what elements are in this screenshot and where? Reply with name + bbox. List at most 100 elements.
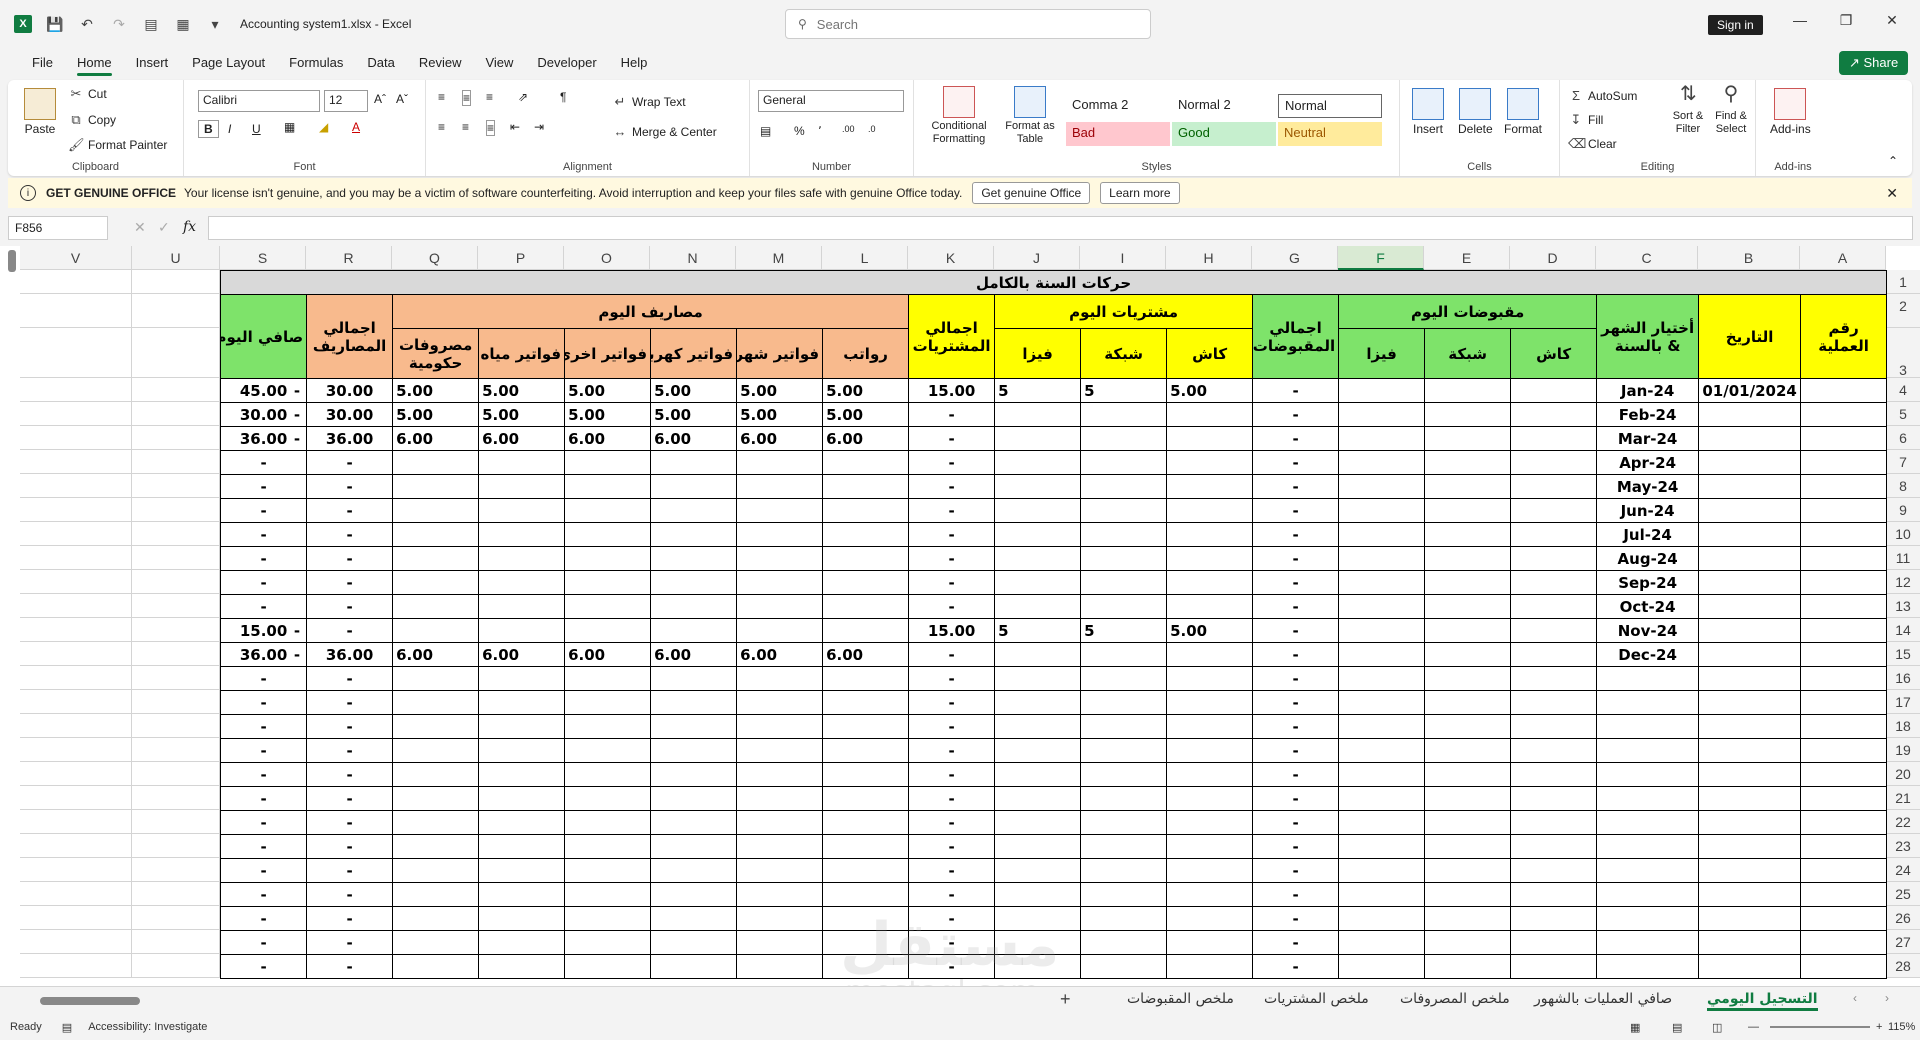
cell-rec-cash[interactable]	[1510, 690, 1598, 715]
macro-record-icon[interactable]: ▤	[62, 1021, 72, 1034]
cell-pur-cash[interactable]	[1166, 642, 1254, 667]
cell-total-expenses[interactable]: -	[306, 522, 394, 547]
insert-cells-button[interactable]: Insert	[1412, 88, 1444, 136]
cell-rec-network[interactable]	[1424, 618, 1512, 643]
copy-button[interactable]: ⧉ Copy	[68, 112, 116, 128]
cell-total-receipts[interactable]: -	[1252, 786, 1340, 811]
cell-expense[interactable]	[392, 498, 480, 523]
cell-expense[interactable]	[392, 714, 480, 739]
header-op-no[interactable]: رقم العملية	[1800, 294, 1888, 379]
column-header[interactable]: P	[478, 246, 564, 270]
empty-cell[interactable]	[20, 270, 132, 294]
empty-cell[interactable]	[132, 858, 220, 882]
prev-sheet-icon[interactable]: ‹	[1853, 991, 1857, 1005]
cell-rec-visa[interactable]	[1338, 810, 1426, 835]
tab-view[interactable]: View	[473, 48, 525, 78]
sheet-tab-receipts-summary[interactable]: ملخص المقبوضات	[1127, 991, 1234, 1007]
empty-cell[interactable]	[132, 738, 220, 762]
cell-expense[interactable]	[392, 690, 480, 715]
cell-expense[interactable]	[736, 762, 824, 787]
cell-pur-visa[interactable]	[994, 474, 1082, 499]
addins-button[interactable]: Add-ins	[1770, 88, 1811, 136]
cell-expense[interactable]	[478, 858, 566, 883]
orientation-icon[interactable]: ⇗	[518, 90, 528, 104]
cell-total-expenses[interactable]: -	[306, 618, 394, 643]
font-size-select[interactable]: 12	[324, 90, 368, 112]
rtl-icon[interactable]: ¶	[560, 90, 566, 104]
cell-op-no[interactable]	[1800, 450, 1888, 475]
cell-pur-visa[interactable]	[994, 666, 1082, 691]
cell-pur-network[interactable]	[1080, 906, 1168, 931]
cell-total-receipts[interactable]: -	[1252, 522, 1340, 547]
empty-cell[interactable]	[132, 930, 220, 954]
cell-expense[interactable]	[564, 738, 652, 763]
cancel-icon[interactable]: ✕	[134, 219, 146, 236]
cell-pur-cash[interactable]	[1166, 498, 1254, 523]
cell-pur-cash[interactable]: 5.00	[1166, 618, 1254, 643]
empty-cell[interactable]	[132, 882, 220, 906]
tab-insert[interactable]: Insert	[124, 48, 181, 78]
cell-total-expenses[interactable]: -	[306, 738, 394, 763]
empty-cell[interactable]	[132, 594, 220, 618]
empty-cell[interactable]	[132, 546, 220, 570]
cell-pur-visa[interactable]	[994, 834, 1082, 859]
cell-pur-cash[interactable]: 5.00	[1166, 378, 1254, 403]
column-header[interactable]: O	[564, 246, 650, 270]
cell-rec-cash[interactable]	[1510, 642, 1598, 667]
cell-expense[interactable]: 6.00	[392, 642, 480, 667]
cell-rec-visa[interactable]	[1338, 666, 1426, 691]
restore-icon[interactable]: ❐	[1826, 12, 1866, 29]
cell-pur-cash[interactable]	[1166, 714, 1254, 739]
cell-pur-network[interactable]	[1080, 786, 1168, 811]
style-neutral[interactable]: Neutral	[1278, 122, 1382, 146]
header-rec-visa[interactable]: فيزا	[1338, 328, 1426, 379]
print-preview-icon[interactable]: ▤	[142, 15, 160, 33]
cell-rec-network[interactable]	[1424, 930, 1512, 955]
cell-expense[interactable]	[736, 858, 824, 883]
empty-cell[interactable]	[20, 954, 132, 978]
cell-total-expenses[interactable]: -	[306, 810, 394, 835]
enter-icon[interactable]: ✓	[158, 219, 170, 236]
sheet-tab-expenses-summary[interactable]: ملخص المصروفات	[1400, 991, 1510, 1007]
cell-rec-network[interactable]	[1424, 426, 1512, 451]
cell-date[interactable]	[1698, 954, 1802, 979]
cell-rec-visa[interactable]	[1338, 834, 1426, 859]
cell-pur-visa[interactable]	[994, 594, 1082, 619]
cell-expense[interactable]	[564, 618, 652, 643]
cell-pur-cash[interactable]	[1166, 426, 1254, 451]
font-name-select[interactable]: Calibri	[198, 90, 320, 112]
cell-total-receipts[interactable]: -	[1252, 498, 1340, 523]
cell-expense[interactable]	[392, 834, 480, 859]
empty-cell[interactable]	[132, 270, 220, 294]
header-electricity[interactable]: فواتير كهرباء	[650, 328, 738, 379]
column-header[interactable]: B	[1698, 246, 1800, 270]
cell-expense[interactable]	[822, 618, 910, 643]
column-header[interactable]: D	[1510, 246, 1596, 270]
cell-total-receipts[interactable]: -	[1252, 546, 1340, 571]
cell-rec-visa[interactable]	[1338, 498, 1426, 523]
cell-expense[interactable]: 5.00	[650, 402, 738, 427]
cell-expense[interactable]: 5.00	[392, 402, 480, 427]
cell-net[interactable]: -	[219, 498, 308, 523]
cell-date[interactable]	[1698, 594, 1802, 619]
cell-pur-network[interactable]	[1080, 714, 1168, 739]
cell-expense[interactable]	[478, 618, 566, 643]
cell-pur-cash[interactable]	[1166, 954, 1254, 979]
row-header[interactable]: 24	[1886, 858, 1920, 882]
cell-op-no[interactable]	[1800, 570, 1888, 595]
cell-total-receipts[interactable]: -	[1252, 714, 1340, 739]
cell-op-no[interactable]	[1800, 618, 1888, 643]
header-pur-visa[interactable]: فيزا	[994, 328, 1082, 379]
cell-op-no[interactable]	[1800, 426, 1888, 451]
cell-rec-cash[interactable]	[1510, 594, 1598, 619]
cell-pur-cash[interactable]	[1166, 474, 1254, 499]
cell-expense[interactable]	[564, 546, 652, 571]
cell-op-no[interactable]	[1800, 834, 1888, 859]
header-total-receipts[interactable]: اجمالي المقبوضات	[1252, 294, 1340, 379]
cell-expense[interactable]	[736, 498, 824, 523]
cell-date[interactable]	[1698, 474, 1802, 499]
cell-month[interactable]: Jan-24	[1596, 378, 1700, 403]
cell-expense[interactable]	[822, 570, 910, 595]
search-box[interactable]: ⚲	[785, 9, 1151, 39]
cell-op-no[interactable]	[1800, 402, 1888, 427]
